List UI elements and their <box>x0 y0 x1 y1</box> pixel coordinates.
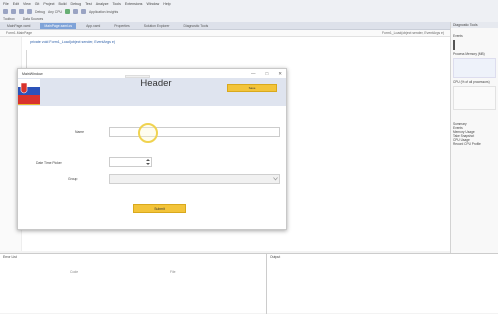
menu-item-git[interactable]: Git <box>35 2 40 6</box>
group-select[interactable] <box>109 174 280 184</box>
app-window: MainWindow — □ ✕ Header Save Name Date T… <box>17 68 287 230</box>
cpu-graph <box>453 86 496 110</box>
tab-mainpage-cs[interactable]: MainPage.xaml.cs <box>40 22 77 29</box>
settings-icon[interactable] <box>80 9 86 14</box>
breadcrumb-member[interactable]: Form1_Load(object sender, EventArgs e) <box>382 31 444 35</box>
events-track <box>453 40 496 50</box>
menu-item-debug[interactable]: Debug <box>71 2 82 6</box>
menu-item-file[interactable]: File <box>3 2 9 6</box>
back-icon[interactable] <box>3 9 8 14</box>
column-file[interactable]: File <box>170 270 175 274</box>
menu-item-edit[interactable]: Edit <box>13 2 19 6</box>
data-sources-label[interactable]: Data Sources <box>23 17 44 21</box>
menu-item-analyze[interactable]: Analyze <box>96 2 109 6</box>
start-debug-icon[interactable] <box>64 9 70 14</box>
menu-item-window[interactable]: Window <box>146 2 159 6</box>
tab-app-xaml[interactable]: App.xaml <box>82 23 104 29</box>
name-label: Name <box>75 130 85 134</box>
events-label: Events <box>453 34 463 38</box>
undo-icon[interactable] <box>27 9 32 14</box>
cursor-highlight <box>138 123 158 143</box>
maximize-icon[interactable]: □ <box>266 71 269 77</box>
menu-item-project[interactable]: Project <box>43 2 54 6</box>
forward-icon[interactable] <box>11 9 16 14</box>
minimize-icon[interactable]: — <box>251 71 256 77</box>
record-cpu-profile-button[interactable]: Record CPU Profile <box>451 142 498 146</box>
flag-logo-icon <box>18 79 40 105</box>
save-icon[interactable] <box>19 9 24 14</box>
refresh-icon[interactable] <box>72 9 78 14</box>
menu-item-test[interactable]: Test <box>85 2 92 6</box>
group-label: Group <box>68 177 78 181</box>
config-dropdown[interactable]: Debug <box>35 10 45 14</box>
chevron-down-icon[interactable] <box>273 177 278 181</box>
submit-button[interactable]: Submit <box>133 204 186 213</box>
diagnostic-tools-panel: Diagnostic Tools Events Process Memory (… <box>450 22 498 254</box>
date-label: Date Time Picker <box>36 161 62 165</box>
close-icon[interactable]: ✕ <box>278 71 282 77</box>
menu-item-view[interactable]: View <box>23 2 31 6</box>
name-input[interactable] <box>109 127 280 137</box>
bottom-panels: Error List Code File Output <box>0 253 498 314</box>
tab-solution-explorer[interactable]: Solution Explorer <box>140 23 174 29</box>
document-tabs: MainPage.xaml MainPage.xaml.cs App.xaml … <box>0 22 450 30</box>
panel-divider <box>266 254 267 314</box>
window-titlebar[interactable]: MainWindow — □ ✕ <box>18 69 286 78</box>
code-line[interactable]: private void Form1_Load(object sender, E… <box>30 40 115 44</box>
tab-diagnostic-tools[interactable]: Diagnostic Tools <box>180 23 213 29</box>
tab-properties[interactable]: Properties <box>110 23 133 29</box>
toolbar: Debug Any CPU Application Insights <box>0 7 498 16</box>
menu-item-extensions[interactable]: Extensions <box>125 2 143 6</box>
menu-item-help[interactable]: Help <box>163 2 170 6</box>
tab-mainpage-xaml[interactable]: MainPage.xaml <box>3 23 34 29</box>
header-save-button[interactable]: Save <box>227 84 277 92</box>
platform-dropdown[interactable]: Any CPU <box>48 10 62 14</box>
app-insights-label[interactable]: Application Insights <box>89 10 118 14</box>
menu-item-tools[interactable]: Tools <box>113 2 121 6</box>
column-code[interactable]: Code <box>70 270 78 274</box>
spin-buttons-icon[interactable] <box>144 157 152 167</box>
window-title: MainWindow <box>22 71 43 76</box>
memory-graph <box>453 58 496 78</box>
cpu-label: CPU (% of all processors) <box>453 80 490 84</box>
header-title: Header <box>140 78 172 89</box>
menu-item-build[interactable]: Build <box>59 2 67 6</box>
output-title[interactable]: Output <box>270 255 280 259</box>
toolbox-label[interactable]: Toolbox <box>3 17 15 21</box>
menu-bar: File Edit View Git Project Build Debug Test Anal… <box>0 0 498 7</box>
breadcrumb-class[interactable]: Form1.MainPage <box>6 31 32 35</box>
memory-label: Process Memory (MB) <box>453 52 485 56</box>
error-list-title[interactable]: Error List <box>3 255 17 259</box>
breadcrumb: Form1.MainPage Form1_Load(object sender,… <box>0 30 450 37</box>
